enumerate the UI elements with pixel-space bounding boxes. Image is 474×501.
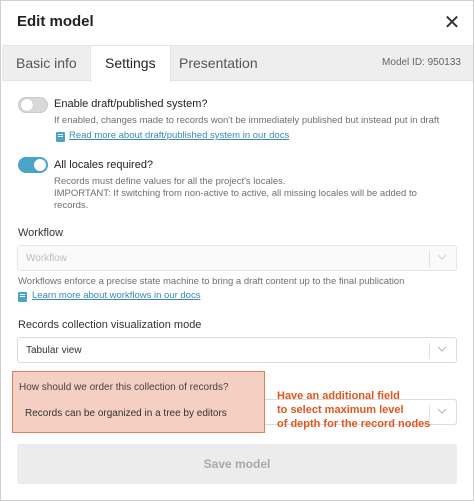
workflow-select[interactable]: Workflow (17, 245, 457, 271)
book-icon (56, 132, 65, 142)
tab-bar: Basic info Settings Presentation Model I… (2, 45, 473, 82)
toggle-knob (21, 99, 33, 111)
save-model-button[interactable]: Save model (17, 444, 457, 484)
ordering-question: How should we order this collection of r… (19, 382, 229, 393)
visualization-mode-label: Records collection visualization mode (18, 319, 202, 331)
visualization-mode-select[interactable]: Tabular view (17, 337, 457, 363)
all-locales-toggle[interactable] (18, 157, 48, 173)
all-locales-hint-3: records. (54, 200, 89, 211)
dialog-title: Edit model (17, 13, 94, 30)
ordering-value[interactable]: Records can be organized in a tree by ed… (25, 408, 227, 419)
chevron-down-icon (437, 254, 447, 260)
ordering-highlight-box: How should we order this collection of r… (12, 371, 265, 433)
workflow-placeholder: Workflow (26, 253, 67, 264)
dialog-header: Edit model ✕ (1, 1, 473, 45)
draft-published-toggle[interactable] (18, 97, 48, 113)
draft-docs-link[interactable]: Read more about draft/published system i… (69, 130, 289, 141)
tab-settings[interactable]: Settings (90, 46, 171, 82)
annotation-line-2: to select maximum level (277, 404, 404, 416)
workflow-label: Workflow (18, 227, 64, 239)
select-divider (429, 343, 430, 359)
edit-model-dialog: Edit model ✕ Basic info Settings Present… (0, 0, 474, 501)
tab-basic-info[interactable]: Basic info (2, 46, 91, 81)
chevron-down-icon (437, 346, 447, 352)
workflow-docs-link[interactable]: Learn more about workflows in our docs (32, 290, 200, 301)
all-locales-hint-2: IMPORTANT: If switching from non-active … (54, 188, 417, 199)
tab-presentation[interactable]: Presentation (165, 46, 272, 81)
draft-published-hint: If enabled, changes made to records won'… (54, 115, 440, 126)
close-icon[interactable]: ✕ (441, 13, 463, 35)
select-divider (429, 251, 430, 267)
book-icon (18, 292, 27, 302)
annotation-line-3: of depth for the record nodes (277, 418, 431, 430)
annotation-line-1: Have an additional field (277, 390, 400, 402)
visualization-mode-value: Tabular view (26, 345, 82, 356)
all-locales-label: All locales required? (54, 159, 154, 171)
all-locales-hint-1: Records must define values for all the p… (54, 176, 286, 187)
model-id: Model ID: 950133 (382, 57, 461, 68)
workflow-hint: Workflows enforce a precise state machin… (18, 276, 405, 287)
annotation-note: Have an additional field to select maxim… (277, 389, 457, 431)
draft-published-label: Enable draft/published system? (54, 98, 208, 110)
toggle-knob (34, 159, 46, 171)
